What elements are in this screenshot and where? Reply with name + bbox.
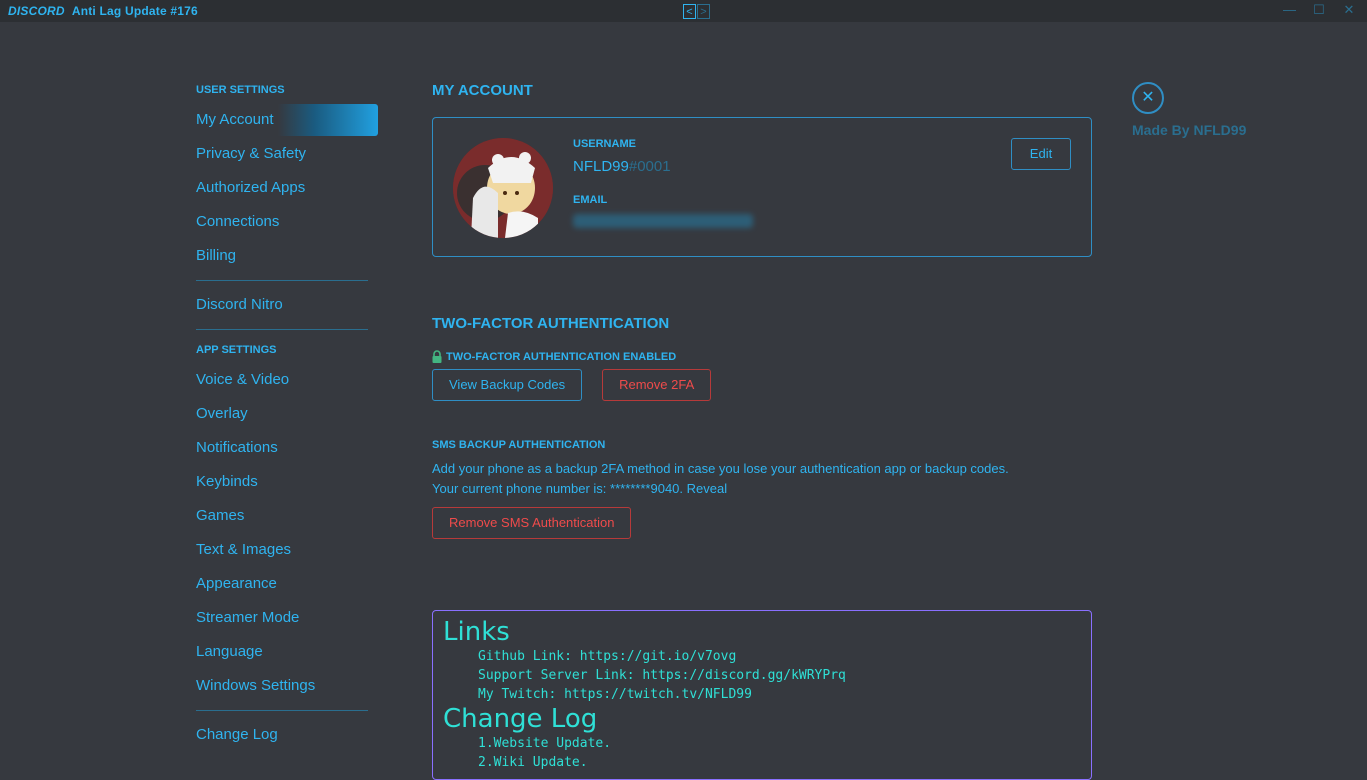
sidebar-item-keybinds[interactable]: Keybinds bbox=[196, 466, 378, 498]
edit-account-button[interactable]: Edit bbox=[1011, 138, 1071, 170]
changelog-item: 2.Wiki Update. bbox=[478, 755, 588, 770]
discord-logo: DISCORD bbox=[8, 4, 65, 18]
tfa-buttons: View Backup Codes Remove 2FA bbox=[432, 369, 1092, 401]
sidebar-item-windows-settings[interactable]: Windows Settings bbox=[196, 670, 378, 702]
changelog-heading: Change Log bbox=[443, 704, 598, 734]
user-settings-header: USER SETTINGS bbox=[196, 84, 285, 96]
sidebar-item-change-log[interactable]: Change Log bbox=[196, 719, 378, 751]
forward-arrow-icon[interactable]: > bbox=[697, 4, 710, 19]
main-content: MY ACCOUNT USERNAME NFLD99#0001 EMAIL Ed… bbox=[432, 82, 1092, 539]
sidebar-divider bbox=[196, 329, 368, 330]
app-settings-header: APP SETTINGS bbox=[196, 344, 277, 356]
window-close-icon[interactable]: ✕ bbox=[1343, 2, 1355, 18]
back-arrow-icon[interactable]: < bbox=[683, 4, 696, 19]
sidebar-item-streamer-mode[interactable]: Streamer Mode bbox=[196, 602, 378, 634]
close-panel: ✕ Made By NFLD99 bbox=[1132, 82, 1252, 138]
sms-description: Add your phone as a backup 2FA method in… bbox=[432, 459, 1092, 499]
sms-description-line-1: Add your phone as a backup 2FA method in… bbox=[432, 461, 1009, 476]
settings-sidebar: USER SETTINGS My Account Privacy & Safet… bbox=[196, 84, 378, 753]
view-backup-codes-button[interactable]: View Backup Codes bbox=[432, 369, 583, 401]
remove-sms-button[interactable]: Remove SMS Authentication bbox=[432, 507, 632, 539]
sms-backup-title: SMS BACKUP AUTHENTICATION bbox=[432, 439, 606, 451]
sidebar-item-voice-video[interactable]: Voice & Video bbox=[196, 364, 378, 396]
window-title: DISCORD Anti Lag Update #176 bbox=[8, 4, 198, 18]
email-label: EMAIL bbox=[573, 194, 608, 206]
tfa-enabled-label: TWO-FACTOR AUTHENTICATION ENABLED bbox=[446, 350, 677, 363]
tfa-title: TWO-FACTOR AUTHENTICATION bbox=[432, 315, 670, 332]
lock-icon bbox=[432, 350, 442, 363]
window-title-text: Anti Lag Update #176 bbox=[71, 4, 198, 18]
support-server-link[interactable]: Support Server Link: https://discord.gg/… bbox=[443, 666, 1081, 685]
username-label: USERNAME bbox=[573, 138, 636, 150]
avatar-image bbox=[453, 138, 553, 238]
account-card: USERNAME NFLD99#0001 EMAIL Edit bbox=[432, 117, 1092, 257]
github-link[interactable]: Github Link: https://git.io/v7ovg bbox=[443, 647, 1081, 666]
made-by-label: Made By NFLD99 bbox=[1132, 122, 1247, 138]
discriminator: #0001 bbox=[628, 158, 671, 175]
window-controls: — ☐ ✕ bbox=[1283, 2, 1355, 18]
sidebar-divider bbox=[196, 710, 368, 711]
sidebar-item-privacy-safety[interactable]: Privacy & Safety bbox=[196, 138, 378, 170]
sidebar-item-games[interactable]: Games bbox=[196, 500, 378, 532]
my-account-title: MY ACCOUNT bbox=[432, 82, 533, 99]
changelog-item: 1.Website Update. bbox=[478, 736, 612, 751]
close-settings-icon[interactable]: ✕ bbox=[1132, 82, 1164, 114]
maximize-icon[interactable]: ☐ bbox=[1313, 2, 1325, 18]
links-heading: Links bbox=[443, 617, 510, 647]
avatar[interactable] bbox=[453, 138, 553, 238]
sidebar-item-authorized-apps[interactable]: Authorized Apps bbox=[196, 172, 378, 204]
sidebar-item-language[interactable]: Language bbox=[196, 636, 378, 668]
sidebar-item-text-images[interactable]: Text & Images bbox=[196, 534, 378, 566]
username-value: NFLD99#0001 bbox=[573, 158, 671, 175]
sidebar-item-overlay[interactable]: Overlay bbox=[196, 398, 378, 430]
remove-2fa-button[interactable]: Remove 2FA bbox=[602, 369, 712, 401]
tfa-enabled-status: TWO-FACTOR AUTHENTICATION ENABLED bbox=[432, 350, 1092, 363]
links-panel: Links Github Link: https://git.io/v7ovg … bbox=[432, 610, 1092, 780]
sidebar-item-notifications[interactable]: Notifications bbox=[196, 432, 378, 464]
sidebar-item-billing[interactable]: Billing bbox=[196, 240, 378, 272]
username-text: NFLD99 bbox=[573, 158, 629, 175]
minimize-icon[interactable]: — bbox=[1283, 2, 1296, 18]
sms-description-line-2: Your current phone number is: ********90… bbox=[432, 481, 728, 496]
sidebar-item-connections[interactable]: Connections bbox=[196, 206, 378, 238]
nav-arrows: < > bbox=[683, 4, 710, 20]
title-bar: DISCORD Anti Lag Update #176 < > — ☐ ✕ bbox=[0, 0, 1367, 22]
sidebar-divider bbox=[196, 280, 368, 281]
sidebar-item-appearance[interactable]: Appearance bbox=[196, 568, 378, 600]
sidebar-item-discord-nitro[interactable]: Discord Nitro bbox=[196, 289, 378, 321]
email-value-blurred bbox=[573, 214, 753, 228]
sidebar-item-my-account[interactable]: My Account bbox=[196, 104, 378, 136]
twitch-link[interactable]: My Twitch: https://twitch.tv/NFLD99 bbox=[443, 685, 1081, 704]
